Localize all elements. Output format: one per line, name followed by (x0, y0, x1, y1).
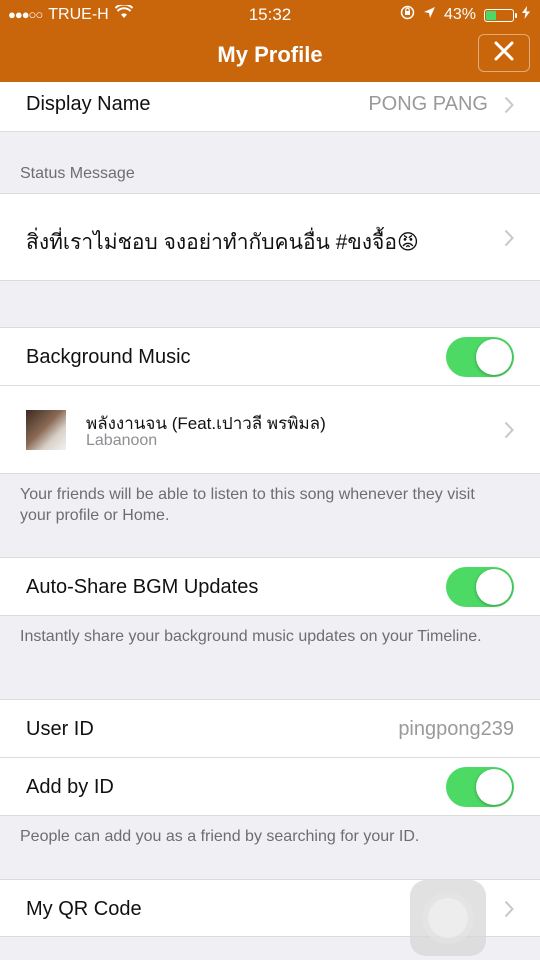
status-message-text: สิ่งที่เราไม่ชอบ จงอย่าทำกับคนอื่น #ขงจื… (26, 231, 397, 254)
chevron-right-icon (504, 421, 514, 444)
charging-bolt-icon (522, 6, 530, 24)
song-artist: Labanoon (86, 432, 158, 449)
add-by-id-toggle[interactable] (446, 767, 514, 807)
angry-face-emoji: 😡 (396, 231, 419, 254)
location-arrow-icon (423, 6, 436, 24)
background-music-footer: Your friends will be able to listen to t… (20, 486, 475, 524)
user-id-value: pingpong239 (398, 718, 514, 740)
display-name-label: Display Name (26, 93, 151, 115)
display-name-row[interactable]: Display Name PONG PANG (0, 82, 540, 132)
close-icon (493, 40, 515, 67)
toggle-knob (476, 569, 512, 605)
status-message-header: Status Message (20, 165, 135, 182)
auto-share-footer: Instantly share your background music up… (20, 628, 482, 645)
battery-icon (484, 8, 517, 22)
toggle-knob (476, 769, 512, 805)
display-name-value: PONG PANG (368, 93, 488, 115)
page-title: My Profile (217, 42, 323, 67)
chevron-right-icon (504, 96, 514, 119)
background-music-row: Background Music (0, 327, 540, 386)
status-bar: ●●●○○ TRUE-H 15:32 43% (0, 0, 540, 28)
status-message-text-wrap: สิ่งที่เราไม่ชอบ จงอย่าทำกับคนอื่น #ขงจื… (26, 226, 419, 259)
add-by-id-footer: People can add you as a friend by search… (20, 828, 420, 845)
battery-percent: 43% (443, 6, 476, 23)
user-id-label: User ID (26, 718, 94, 740)
add-by-id-label: Add by ID (26, 776, 114, 798)
battery-level (486, 10, 496, 20)
close-button[interactable] (478, 34, 530, 72)
background-music-label: Background Music (26, 346, 191, 368)
add-by-id-row: Add by ID (0, 758, 540, 816)
auto-share-toggle[interactable] (446, 567, 514, 607)
auto-share-row: Auto-Share BGM Updates (0, 557, 540, 616)
nav-bar: My Profile (0, 28, 540, 82)
assistive-touch-button[interactable] (410, 880, 486, 956)
status-message-row[interactable]: สิ่งที่เราไม่ชอบ จงอย่าทำกับคนอื่น #ขงจื… (0, 193, 540, 281)
user-id-row: User ID pingpong239 (0, 699, 540, 758)
album-art (26, 410, 66, 450)
rotation-lock-icon (400, 5, 415, 25)
chevron-right-icon (504, 229, 514, 252)
qr-code-label: My QR Code (26, 898, 142, 920)
chevron-right-icon (504, 900, 514, 923)
auto-share-label: Auto-Share BGM Updates (26, 576, 259, 598)
assistive-touch-icon (428, 898, 468, 938)
song-row[interactable]: พลังงานจน (Feat.เปาวลี พรพิมล) Labanoon (0, 386, 540, 474)
background-music-toggle[interactable] (446, 337, 514, 377)
status-right: 43% (400, 5, 530, 25)
toggle-knob (476, 339, 512, 375)
